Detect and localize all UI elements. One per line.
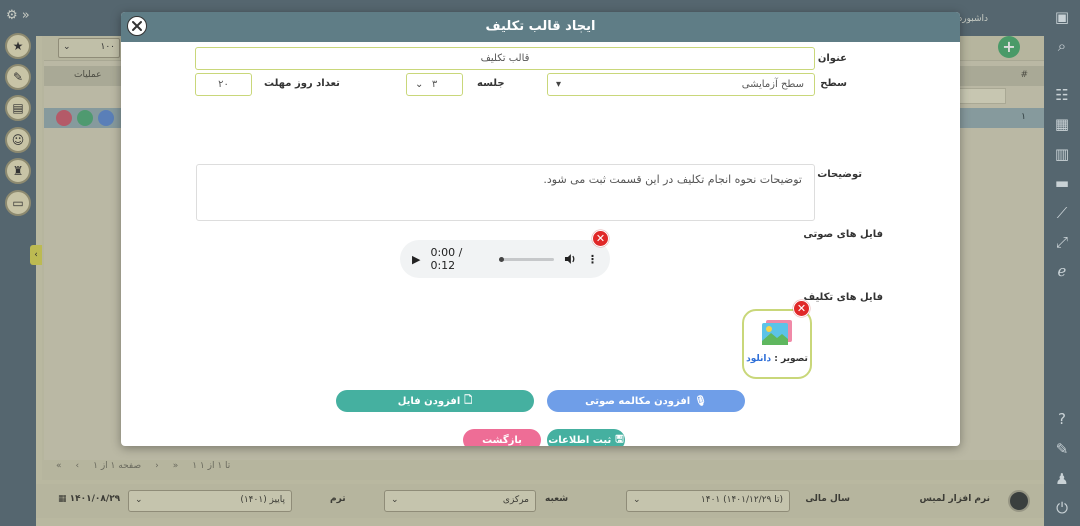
chevron-down-icon: ⌄ xyxy=(63,42,71,52)
browser-icon[interactable]: ℯ xyxy=(1053,262,1071,280)
col-operations: عملیات xyxy=(74,70,102,80)
file-icon: 🗋 xyxy=(464,394,473,406)
title-label: عنوان xyxy=(817,53,847,64)
file-thumbnail[interactable]: تصویر : دانلود xyxy=(742,309,812,379)
modal-header: ایجاد قالب تکلیف xyxy=(121,12,960,42)
more-options-icon[interactable]: ⋮ xyxy=(587,253,598,266)
description-textarea[interactable]: توضیحات نحوه انجام تکلیف در این قسمت ثبت… xyxy=(196,164,815,221)
save-icon: 🖫 xyxy=(615,433,624,445)
right-sidebar: ▣ ⌕ ☷ ▦ ▥ ▬ ⟋ ⤢ ℯ ? ✎ ♟ ⏻ xyxy=(1044,0,1080,526)
logo-icon: ▣ xyxy=(1054,8,1070,26)
dashboard-link[interactable]: داشبورد xyxy=(958,14,988,24)
chevron-down-icon: ⌄ xyxy=(633,495,641,505)
image-icon xyxy=(762,320,792,345)
grid-icon[interactable]: ▦ xyxy=(1053,115,1071,133)
audio-time: 0:00 / 0:12 xyxy=(430,246,463,272)
deadline-label: تعداد روز مهلت xyxy=(264,78,340,89)
filter-input[interactable] xyxy=(956,88,1006,104)
modal-title: ایجاد قالب تکلیف xyxy=(485,19,596,34)
menu-icon-3[interactable]: ▤ xyxy=(5,95,31,121)
menu-icon-4[interactable]: ☺ xyxy=(5,127,31,153)
help-icon[interactable]: ? xyxy=(1053,410,1071,428)
brush-icon[interactable]: ✎ xyxy=(1053,440,1071,458)
modal-body: عنوان قالب تکلیف سطح ▾ سطح آزمایشی جلسه … xyxy=(121,42,960,446)
col-hash: # xyxy=(1020,70,1028,80)
power-icon[interactable]: ⏻ xyxy=(1053,499,1071,517)
audio-progress[interactable] xyxy=(499,256,555,262)
view-icon[interactable] xyxy=(98,110,114,126)
menu-icon-5[interactable]: ♜ xyxy=(5,158,31,184)
remove-file-icon[interactable]: ✕ xyxy=(793,300,810,317)
back-button[interactable]: بازگشت xyxy=(463,429,541,446)
assignment-files-label: فایل های تکلیف xyxy=(803,292,883,303)
session-select[interactable]: ⌄ ۳ xyxy=(406,73,463,96)
audio-files-label: فایل های صوتی xyxy=(803,229,883,240)
pager: « ‹ صفحه ۱ از ۱ › » ۱ تا ۱ از ۱ xyxy=(44,458,1044,474)
menu-icon-1[interactable]: ★ xyxy=(5,33,31,59)
search-icon[interactable]: ⌕ xyxy=(1053,37,1071,55)
year-select[interactable]: ⌄ ۱۴۰۱ (تا ۱۴۰۱/۱۲/۲۹) xyxy=(626,490,790,512)
next-page-icon[interactable]: › xyxy=(155,461,159,471)
audio-player[interactable]: ▶ 0:00 / 0:12 ⋮ xyxy=(400,240,610,278)
expand-icon[interactable]: ⤢ xyxy=(1053,233,1071,251)
row-number: ۱ xyxy=(1021,112,1026,122)
branch-select[interactable]: ⌄ مرکزی xyxy=(384,490,536,512)
pager-text: صفحه ۱ از ۱ xyxy=(93,461,142,471)
close-button[interactable] xyxy=(127,16,147,36)
page-size-value: ۱۰۰ xyxy=(100,42,115,52)
hierarchy-icon[interactable]: ☷ xyxy=(1053,86,1071,104)
create-assignment-template-modal: ایجاد قالب تکلیف عنوان قالب تکلیف سطح ▾ … xyxy=(121,12,960,446)
add-file-button[interactable]: 🗋 افزودن فایل xyxy=(336,390,534,412)
line-chart-icon[interactable]: ⟋ xyxy=(1053,204,1071,222)
page-size-select[interactable]: ⌄ ۱۰۰ xyxy=(58,38,120,58)
menu-icon-6[interactable]: ▭ xyxy=(5,190,31,216)
last-page-icon[interactable]: » xyxy=(173,461,179,471)
footer-user: نرم افزار لمیس xyxy=(919,494,991,504)
card-icon[interactable]: ▬ xyxy=(1053,174,1071,192)
deadline-input[interactable]: ۲۰ xyxy=(195,73,252,96)
pager-count: ۱ تا ۱ از ۱ xyxy=(192,461,231,471)
caret-down-icon: ▾ xyxy=(556,79,562,90)
branch-label: شعبه xyxy=(545,494,569,504)
term-select[interactable]: ⌄ پاییز (۱۴۰۱) xyxy=(128,490,292,512)
play-icon[interactable]: ▶ xyxy=(412,253,420,266)
add-voice-button[interactable]: 🎙︎ افزودن مکالمه صوتی xyxy=(547,390,745,412)
gear-icon[interactable]: ⚙ » xyxy=(6,8,30,23)
edit-icon[interactable] xyxy=(77,110,93,126)
description-label: توضیحات xyxy=(817,169,862,180)
calendar-icon: ▦ xyxy=(58,494,67,504)
session-label: جلسه xyxy=(477,78,505,89)
add-button[interactable]: + xyxy=(998,36,1020,58)
footer-date: ▦ ۱۴۰۱/۰۸/۲۹ xyxy=(58,494,121,504)
chevron-down-icon: ⌄ xyxy=(415,79,424,90)
delete-icon[interactable] xyxy=(56,110,72,126)
level-select[interactable]: ▾ سطح آزمایشی xyxy=(547,73,815,96)
remove-audio-icon[interactable]: ✕ xyxy=(592,230,609,247)
year-label: سال مالی xyxy=(805,494,850,504)
prev-page-icon[interactable]: ‹ xyxy=(76,461,80,471)
sidebar-toggle[interactable]: ‹ xyxy=(30,245,42,265)
menu-icon-2[interactable]: ✎ xyxy=(5,64,31,90)
submit-button[interactable]: 🖫 ثبت اطلاعات xyxy=(547,429,625,446)
download-link[interactable]: دانلود xyxy=(746,354,771,364)
volume-icon[interactable] xyxy=(564,253,577,265)
level-label: سطح xyxy=(820,78,847,89)
avatar[interactable] xyxy=(1008,490,1030,512)
chevron-down-icon: ⌄ xyxy=(135,495,143,505)
microphone-icon: 🎙︎ xyxy=(694,395,707,407)
user-icon[interactable]: ♟ xyxy=(1053,470,1071,488)
first-page-icon[interactable]: « xyxy=(56,461,62,471)
audio-progress-knob[interactable] xyxy=(499,256,505,262)
file-caption: تصویر : دانلود xyxy=(746,354,808,364)
chevron-down-icon: ⌄ xyxy=(391,495,399,505)
bar-chart-icon[interactable]: ▥ xyxy=(1053,145,1071,163)
close-icon xyxy=(132,21,142,31)
title-input[interactable]: قالب تکلیف xyxy=(195,47,815,70)
term-label: ترم xyxy=(330,494,346,504)
